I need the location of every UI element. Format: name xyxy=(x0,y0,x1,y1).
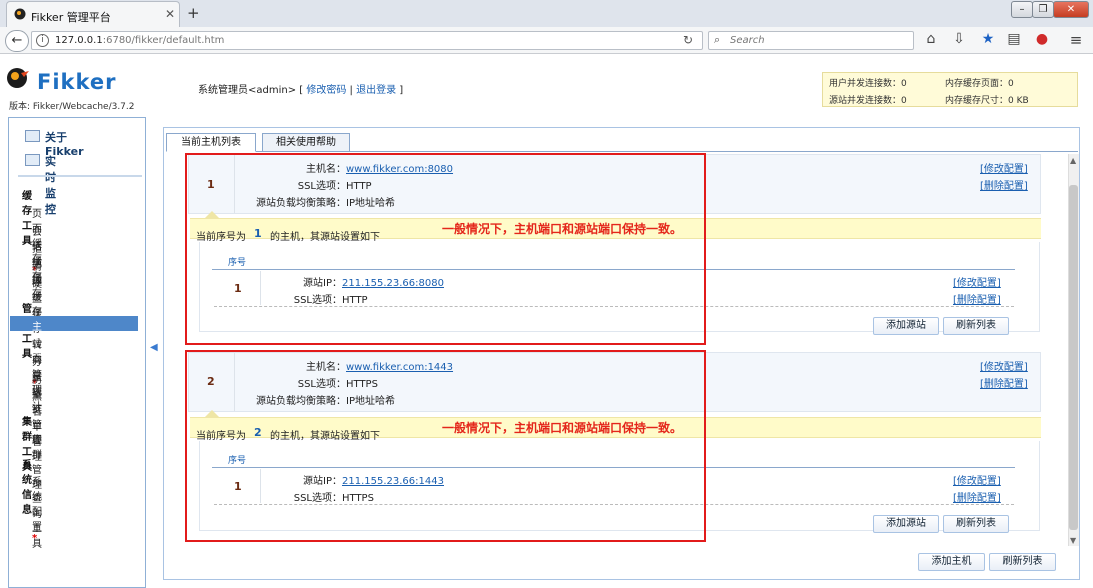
search-input[interactable]: ⌕ Search xyxy=(708,31,914,50)
mem-size-stat: 内存缓存尺寸：0 KB xyxy=(945,96,1029,106)
logout-link[interactable]: 退出登录 xyxy=(356,85,396,96)
sidebar-realtime-monitor[interactable]: 实时监控 xyxy=(45,153,56,217)
change-password-link[interactable]: 修改密码 xyxy=(306,85,346,96)
tab-title: Fikker 管理平台 xyxy=(31,11,111,24)
scrollbar-thumb[interactable] xyxy=(1069,185,1078,530)
new-tab-button[interactable]: + xyxy=(187,4,200,22)
edit-origin-link[interactable]: [修改配置] xyxy=(953,472,1001,487)
maximize-button[interactable]: ❐ xyxy=(1032,1,1054,18)
version-text: 版本: Fikker/Webcache/3.7.2 xyxy=(9,102,135,112)
home-icon[interactable]: ⌂ xyxy=(922,31,940,47)
tab-host-list[interactable]: 当前主机列表 xyxy=(166,133,256,152)
user-separator: | xyxy=(346,85,357,96)
user-suffix: ] xyxy=(396,85,404,96)
about-icon xyxy=(25,130,40,142)
record-icon[interactable]: ● xyxy=(1033,31,1051,47)
add-origin-button[interactable]: 添加源站 xyxy=(873,515,939,533)
delete-host-link[interactable]: [删除配置] xyxy=(980,177,1028,192)
window-close-button[interactable]: ✕ xyxy=(1053,1,1089,18)
collapse-sidebar-icon[interactable]: ◀ xyxy=(150,342,158,353)
delete-host-link[interactable]: [删除配置] xyxy=(980,375,1028,390)
logo-text: Fikker xyxy=(37,70,117,94)
tab-close-icon[interactable]: ✕ xyxy=(165,7,175,21)
edit-origin-link[interactable]: [修改配置] xyxy=(953,274,1001,289)
edit-host-link[interactable]: [修改配置] xyxy=(980,358,1028,373)
url-bar[interactable]: i 127.0.0.1:6780/fikker/default.htm ↻ xyxy=(31,31,703,50)
fikker-logo-icon xyxy=(7,68,29,88)
delete-origin-link[interactable]: [删除配置] xyxy=(953,291,1001,306)
tab-help[interactable]: 相关使用帮助 xyxy=(262,133,350,152)
reload-icon[interactable]: ↻ xyxy=(683,33,693,47)
fikker-favicon-icon xyxy=(14,8,26,20)
scroll-down-icon[interactable]: ▼ xyxy=(1070,536,1076,545)
download-icon[interactable]: ⇩ xyxy=(950,31,968,47)
add-host-button[interactable]: 添加主机 xyxy=(918,553,985,571)
url-host: 127.0.0.1 xyxy=(55,35,103,46)
stats-panel: 用户并发连接数：0 内存缓存页面：0 源站并发连接数：0 内存缓存尺寸：0 KB xyxy=(822,72,1078,107)
highlight-box xyxy=(185,350,706,542)
edit-host-link[interactable]: [修改配置] xyxy=(980,160,1028,175)
add-origin-button[interactable]: 添加源站 xyxy=(873,317,939,335)
group-system-info: 系统信息 xyxy=(22,460,32,516)
browser-tab[interactable]: Fikker 管理平台 ✕ xyxy=(6,1,180,27)
info-icon[interactable]: i xyxy=(36,34,49,47)
reading-list-icon[interactable]: ▤ xyxy=(1005,31,1023,47)
user-label: 系统管理员<admin> [ xyxy=(198,85,307,96)
delete-origin-link[interactable]: [删除配置] xyxy=(953,489,1001,504)
monitor-icon xyxy=(25,154,40,166)
bookmark-star-icon[interactable]: ★ xyxy=(979,31,997,47)
sidebar-active-highlight xyxy=(10,316,138,331)
search-placeholder: Search xyxy=(730,35,765,46)
back-icon[interactable]: ← xyxy=(5,30,29,52)
url-text[interactable]: 127.0.0.1:6780/fikker/default.htm xyxy=(55,35,224,46)
origin-conn-stat: 源站并发连接数：0 xyxy=(829,96,907,106)
search-icon: ⌕ xyxy=(714,33,721,46)
user-info: 系统管理员<admin> [ 修改密码 | 退出登录 ] xyxy=(198,81,403,96)
minimize-button[interactable]: – xyxy=(1011,1,1033,18)
sidebar-divider xyxy=(18,175,142,177)
browser-tab-bar: Fikker 管理平台 ✕ + – ❐ ✕ xyxy=(0,0,1093,27)
refresh-origin-button[interactable]: 刷新列表 xyxy=(943,317,1009,335)
menu-icon[interactable]: ≡ xyxy=(1067,31,1085,49)
scroll-up-icon[interactable]: ▲ xyxy=(1070,156,1076,165)
highlight-box xyxy=(185,153,706,345)
user-conn-stat: 用户并发连接数：0 xyxy=(829,79,907,89)
url-path: :6780/fikker/default.htm xyxy=(102,35,225,46)
sidebar-item-query-tools[interactable]: 查询工具 xyxy=(32,490,42,550)
group-cache-tools: 缓存工具 xyxy=(22,191,32,247)
refresh-host-list-button[interactable]: 刷新列表 xyxy=(989,553,1056,571)
mem-pages-stat: 内存缓存页面：0 xyxy=(945,79,1014,89)
refresh-origin-button[interactable]: 刷新列表 xyxy=(943,515,1009,533)
